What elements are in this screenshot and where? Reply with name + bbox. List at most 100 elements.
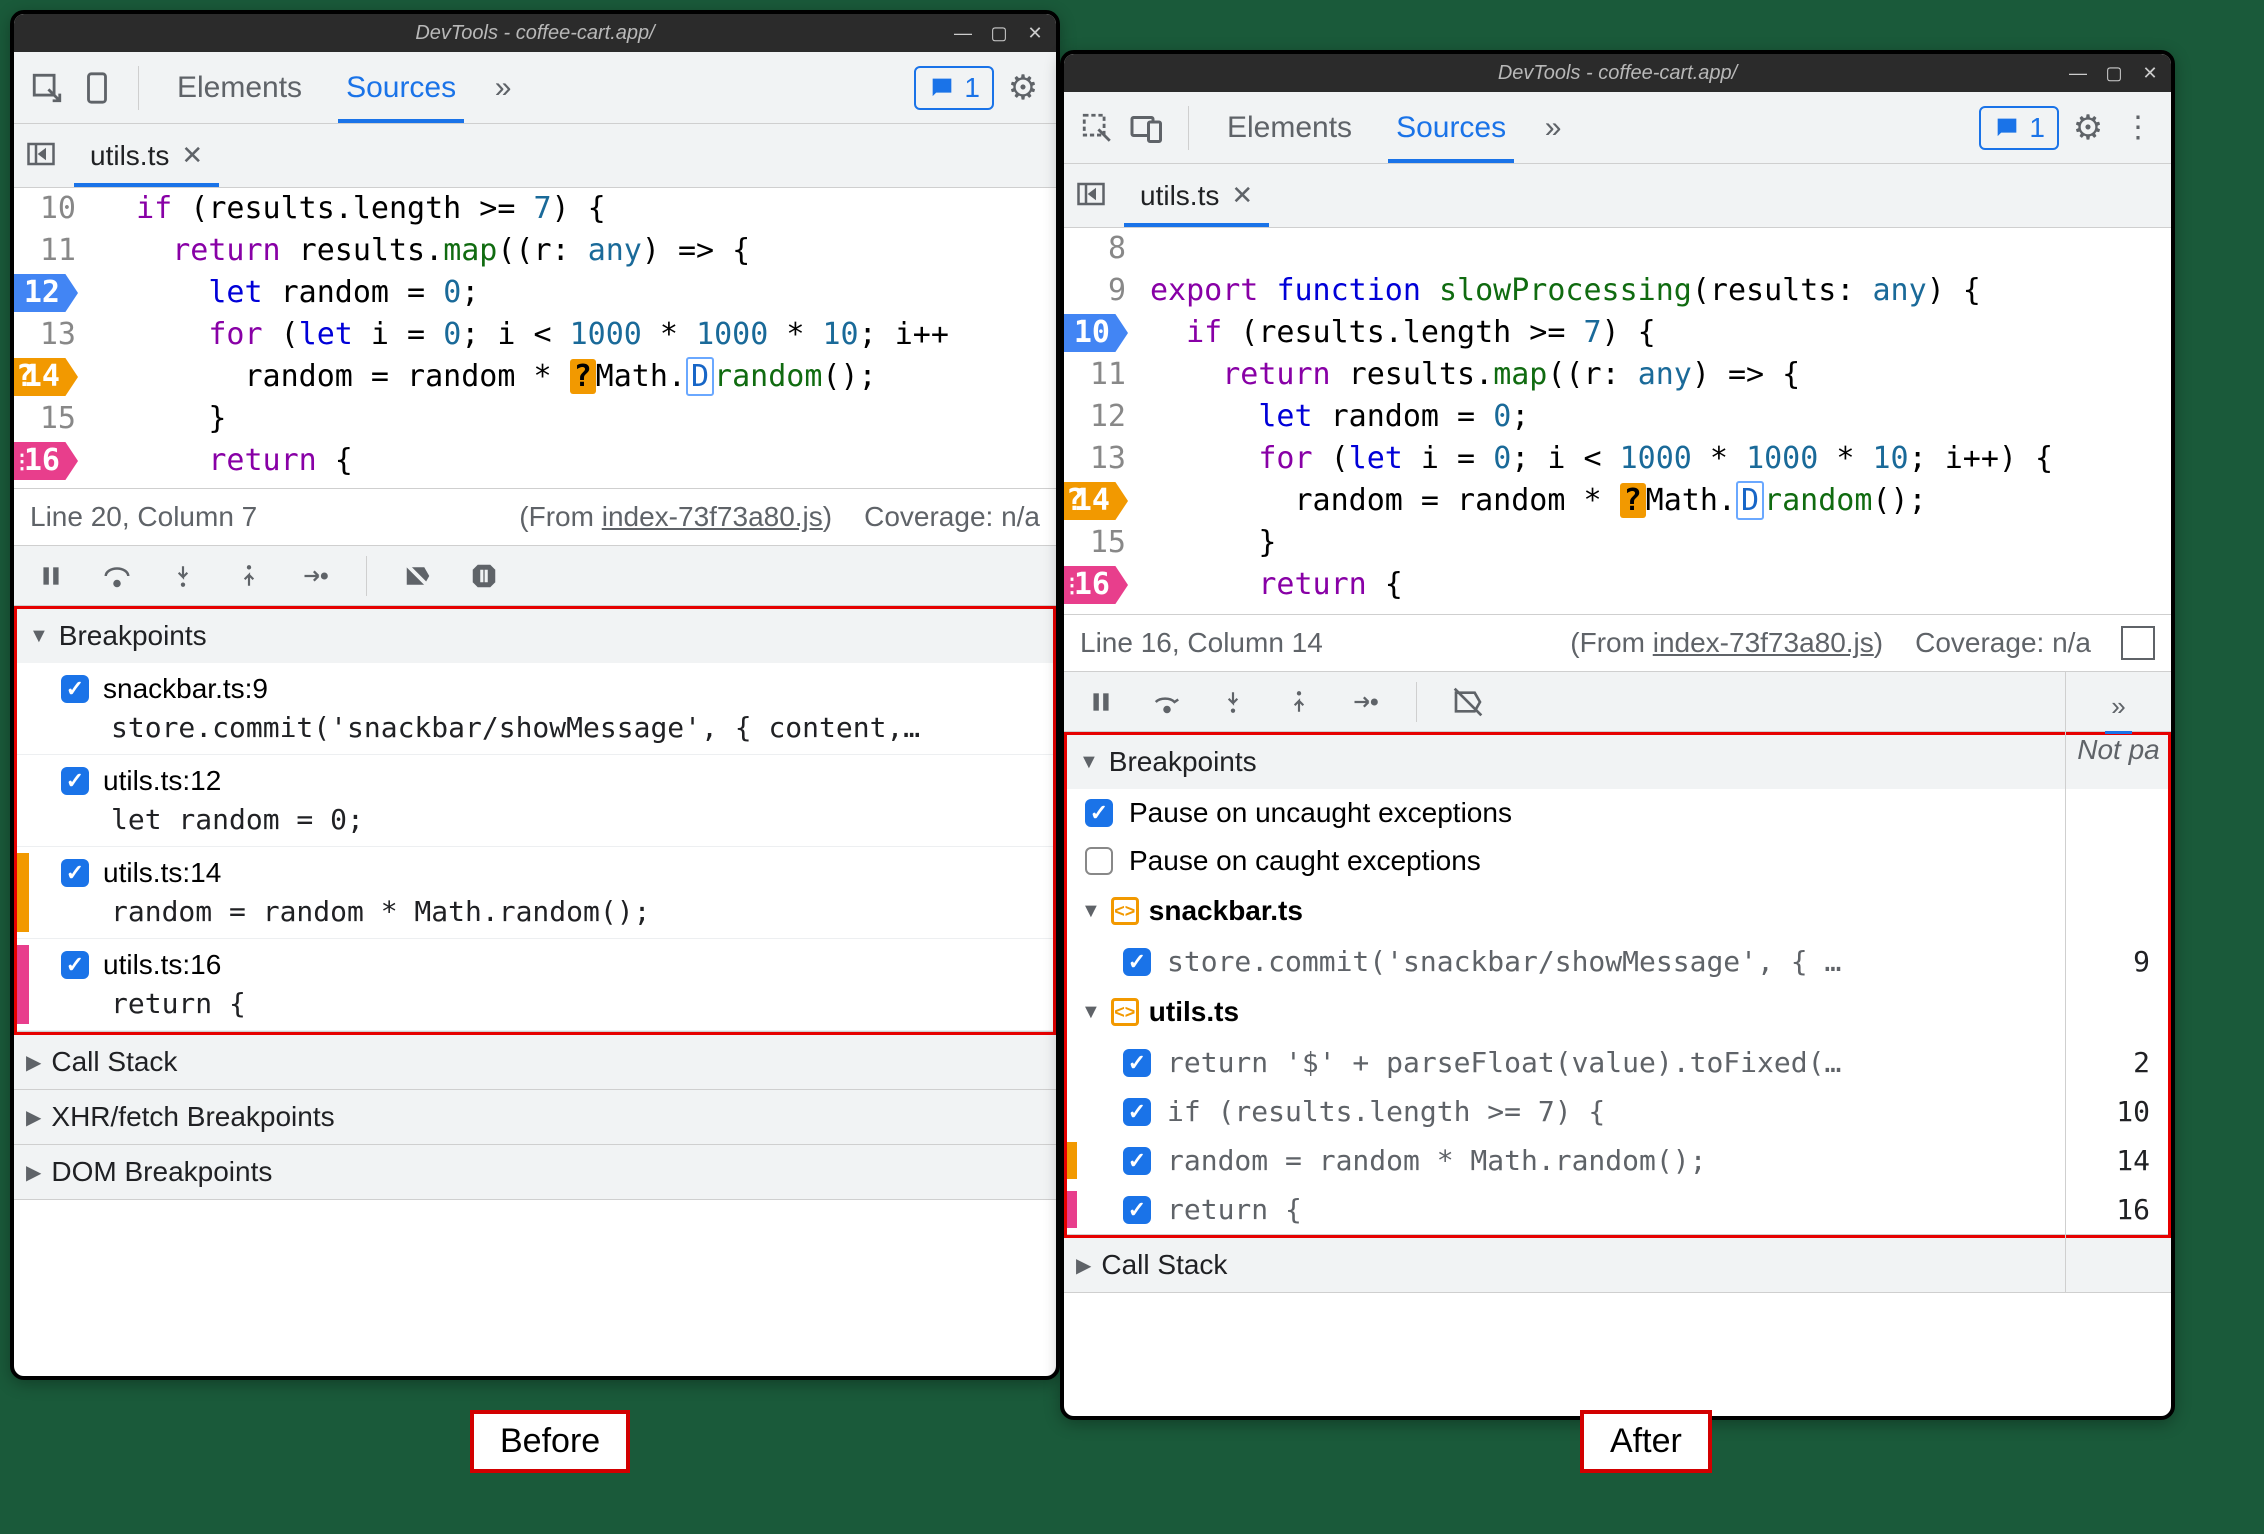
step-icon[interactable] [294, 555, 336, 597]
issues-button[interactable]: 1 [914, 66, 994, 110]
breakpoint-group-header[interactable]: ▼<>utils.ts [1067, 986, 2168, 1038]
settings-icon[interactable]: ⚙ [1002, 67, 1044, 109]
issues-button[interactable]: 1 [1979, 106, 2059, 150]
kebab-icon[interactable]: ⋮ [2117, 107, 2159, 149]
code-editor[interactable]: 8910111213141516 export function slowPro… [1064, 228, 2171, 614]
source-from: (From index-73f73a80.js) [519, 501, 832, 533]
breakpoint-item[interactable]: utils.ts:16return { [17, 939, 1053, 1031]
breakpoints-header[interactable]: ▼ Breakpoints [17, 609, 1053, 663]
step-out-icon[interactable] [1278, 681, 1320, 723]
inspect-icon[interactable] [26, 67, 68, 109]
step-into-icon[interactable] [1212, 681, 1254, 723]
code-content[interactable]: export function slowProcessing(results: … [1144, 228, 2171, 614]
close-icon[interactable]: ✕ [2139, 62, 2161, 84]
breakpoint-line[interactable]: return '$' + parseFloat(value).toFixed(…… [1067, 1038, 2168, 1087]
device-icon[interactable] [1126, 107, 1168, 149]
close-icon[interactable]: ✕ [1024, 22, 1046, 44]
checkbox-icon[interactable] [1123, 1098, 1151, 1126]
checkbox-icon[interactable] [61, 951, 89, 979]
line-gutter[interactable]: 8910111213141516 [1064, 228, 1144, 614]
checkbox-icon[interactable] [1123, 1049, 1151, 1077]
navigator-toggle-icon[interactable] [26, 139, 60, 173]
breakpoints-highlight: ▼ Breakpoints Pause on uncaught exceptio… [1064, 732, 2171, 1238]
not-paused-label: Not pa [2077, 734, 2160, 766]
step-over-icon[interactable] [96, 555, 138, 597]
checkbox-icon[interactable] [61, 767, 89, 795]
code-content[interactable]: if (results.length >= 7) { return result… [94, 188, 1056, 488]
pause-icon[interactable] [1080, 681, 1122, 723]
pretty-print-icon[interactable] [2121, 626, 2155, 660]
close-tab-icon[interactable]: ✕ [1231, 180, 1253, 211]
breakpoint-item[interactable]: utils.ts:12let random = 0; [17, 755, 1053, 847]
code-editor[interactable]: 10111213141516 if (results.length >= 7) … [14, 188, 1056, 488]
debugger-toolbar [1064, 672, 2171, 732]
maximize-icon[interactable]: ▢ [2103, 62, 2125, 84]
breakpoints-header[interactable]: ▼ Breakpoints [1067, 735, 2168, 789]
step-over-icon[interactable] [1146, 681, 1188, 723]
deactivate-breakpoints-icon[interactable] [1447, 681, 1489, 723]
coverage-label: Coverage: n/a [864, 501, 1040, 533]
checkbox-icon[interactable] [1123, 1196, 1151, 1224]
titlebar: DevTools - coffee-cart.app/ — ▢ ✕ [1064, 54, 2171, 92]
file-tab-label: utils.ts [1140, 180, 1219, 212]
expand-icon[interactable]: ▼ [1079, 751, 1099, 774]
checkbox-icon[interactable] [61, 859, 89, 887]
expand-icon[interactable]: ▼ [29, 625, 49, 648]
pause-exceptions-icon[interactable] [463, 555, 505, 597]
checkbox-icon[interactable] [1123, 948, 1151, 976]
breakpoint-line[interactable]: random = random * Math.random();14 [1067, 1136, 2168, 1185]
callstack-pane[interactable]: ▶Call Stack [14, 1035, 1056, 1090]
dom-breakpoints-pane[interactable]: ▶DOM Breakpoints [14, 1145, 1056, 1200]
source-map-link[interactable]: index-73f73a80.js [602, 501, 823, 532]
pause-caught-row[interactable]: Pause on caught exceptions [1067, 837, 2168, 885]
device-icon[interactable] [76, 67, 118, 109]
minimize-icon[interactable]: — [2067, 62, 2089, 84]
breakpoint-item[interactable]: snackbar.ts:9store.commit('snackbar/show… [17, 663, 1053, 755]
before-label: Before [470, 1410, 630, 1473]
more-tabs-icon[interactable]: » [1532, 107, 1574, 149]
script-file-icon: <> [1111, 897, 1139, 925]
breakpoint-line[interactable]: return {16 [1067, 1185, 2168, 1234]
tab-elements[interactable]: Elements [159, 52, 320, 123]
file-tab-utils[interactable]: utils.ts ✕ [74, 124, 219, 187]
step-into-icon[interactable] [162, 555, 204, 597]
callstack-pane[interactable]: ▶Call Stack [1064, 1238, 2171, 1293]
tab-sources[interactable]: Sources [328, 52, 474, 123]
checkbox-icon[interactable] [1085, 799, 1113, 827]
file-tab-utils[interactable]: utils.ts ✕ [1124, 164, 1269, 227]
source-map-link[interactable]: index-73f73a80.js [1653, 627, 1874, 658]
pause-uncaught-row[interactable]: Pause on uncaught exceptions [1067, 789, 2168, 837]
inspect-icon[interactable] [1076, 107, 1118, 149]
breakpoint-line[interactable]: if (results.length >= 7) {10 [1067, 1087, 2168, 1136]
devtools-window-before: DevTools - coffee-cart.app/ — ▢ ✕ Elemen… [10, 10, 1060, 1380]
checkbox-icon[interactable] [61, 675, 89, 703]
deactivate-breakpoints-icon[interactable] [397, 555, 439, 597]
breakpoint-group-header[interactable]: ▼<>snackbar.ts [1067, 885, 2168, 937]
xhr-breakpoints-pane[interactable]: ▶XHR/fetch Breakpoints [14, 1090, 1056, 1145]
breakpoints-highlight: ▼ Breakpoints snackbar.ts:9store.commit(… [14, 606, 1056, 1035]
file-tabs: utils.ts ✕ [1064, 164, 2171, 228]
window-title: DevTools - coffee-cart.app/ [1498, 62, 1737, 85]
checkbox-icon[interactable] [1123, 1147, 1151, 1175]
main-toolbar: Elements Sources » 1 ⚙ ⋮ [1064, 92, 2171, 164]
debugger-side-column: » Not pa [2065, 672, 2171, 1293]
close-tab-icon[interactable]: ✕ [181, 140, 203, 171]
maximize-icon[interactable]: ▢ [988, 22, 1010, 44]
editor-statusbar: Line 16, Column 14 (From index-73f73a80.… [1064, 614, 2171, 672]
line-gutter[interactable]: 10111213141516 [14, 188, 94, 488]
pause-icon[interactable] [30, 555, 72, 597]
step-icon[interactable] [1344, 681, 1386, 723]
tab-sources[interactable]: Sources [1378, 92, 1524, 163]
breakpoint-item[interactable]: utils.ts:14random = random * Math.random… [17, 847, 1053, 939]
expand-panes-icon[interactable]: » [2111, 684, 2125, 728]
tab-elements[interactable]: Elements [1209, 92, 1370, 163]
step-out-icon[interactable] [228, 555, 270, 597]
more-tabs-icon[interactable]: » [482, 67, 524, 109]
breakpoint-line[interactable]: store.commit('snackbar/showMessage', { …… [1067, 937, 2168, 986]
minimize-icon[interactable]: — [952, 22, 974, 44]
navigator-toggle-icon[interactable] [1076, 179, 1110, 213]
settings-icon[interactable]: ⚙ [2067, 107, 2109, 149]
issues-count: 1 [964, 72, 980, 104]
checkbox-icon[interactable] [1085, 847, 1113, 875]
editor-statusbar: Line 20, Column 7 (From index-73f73a80.j… [14, 488, 1056, 546]
